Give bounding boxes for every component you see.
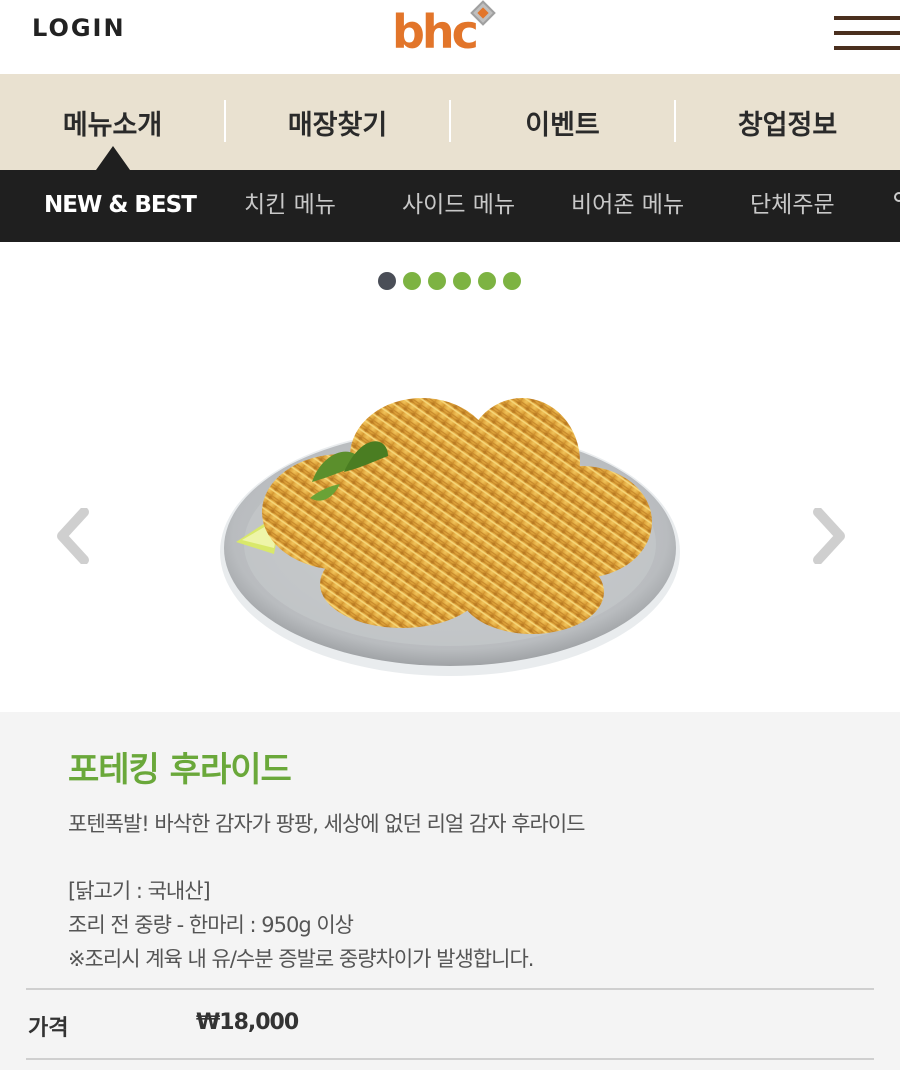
note-weight: 조리 전 중량 - 한마리 : 950g 이상	[68, 913, 354, 937]
product-image	[212, 372, 688, 684]
slider-pagination	[378, 272, 521, 290]
hamburger-line	[834, 31, 900, 35]
hamburger-line	[834, 16, 900, 20]
login-link[interactable]: LOGIN	[32, 14, 126, 42]
price-value: ₩18,000	[196, 1010, 299, 1035]
product-description: 포텐폭발! 바삭한 감자가 팡팡, 세상에 없던 리얼 감자 후라이드	[68, 812, 585, 836]
top-header: LOGIN bhc	[0, 0, 900, 74]
chevron-left-icon[interactable]	[52, 507, 96, 565]
price-label: 가격	[28, 1016, 69, 1041]
sub-nav-item-group-order[interactable]: 단체주문	[750, 170, 835, 242]
slider-dot[interactable]	[403, 272, 421, 290]
slider-dot[interactable]	[378, 272, 396, 290]
note-disclaimer: ※조리시 계육 내 유/수분 증발로 중량차이가 발생합니다.	[68, 947, 534, 971]
divider-line	[26, 1058, 874, 1060]
chevron-right-icon[interactable]	[806, 507, 850, 565]
main-nav-item-franchise[interactable]: 창업정보	[675, 74, 900, 170]
sub-nav: NEW & BEST 치킨 메뉴 사이드 메뉴 비어존 메뉴 단체주문	[0, 170, 900, 242]
active-indicator-arrow	[96, 146, 130, 170]
nav-divider	[674, 100, 676, 142]
sub-nav-item-beer-zone[interactable]: 비어존 메뉴	[571, 170, 684, 242]
sub-nav-item-chicken[interactable]: 치킨 메뉴	[244, 170, 336, 242]
nav-divider	[224, 100, 226, 142]
sub-nav-item-side[interactable]: 사이드 메뉴	[402, 170, 515, 242]
slider-dot[interactable]	[478, 272, 496, 290]
product-notes: [닭고기 : 국내산] 조리 전 중량 - 한마리 : 950g 이상 ※조리시…	[68, 874, 534, 976]
logo-text: bhc	[392, 5, 479, 59]
slider-dot[interactable]	[503, 272, 521, 290]
product-name: 포테킹 후라이드	[68, 750, 292, 790]
main-nav: 메뉴소개 매장찾기 이벤트 창업정보	[0, 74, 900, 170]
product-info-panel: 포테킹 후라이드 포텐폭발! 바삭한 감자가 팡팡, 세상에 없던 리얼 감자 …	[0, 712, 900, 1070]
note-origin: [닭고기 : 국내산]	[68, 879, 211, 903]
nav-divider	[449, 100, 451, 142]
main-nav-item-event[interactable]: 이벤트	[450, 74, 675, 170]
slider-dot[interactable]	[428, 272, 446, 290]
bhc-logo[interactable]: bhc	[392, 0, 504, 62]
main-nav-item-store-finder[interactable]: 매장찾기	[225, 74, 450, 170]
hamburger-line	[834, 46, 900, 50]
slider-dot[interactable]	[453, 272, 471, 290]
hamburger-menu-icon[interactable]	[834, 16, 900, 52]
sub-nav-item-new-best[interactable]: NEW & BEST	[44, 170, 197, 242]
sub-nav-overflow-indicator	[894, 192, 900, 202]
divider-line	[26, 988, 874, 990]
